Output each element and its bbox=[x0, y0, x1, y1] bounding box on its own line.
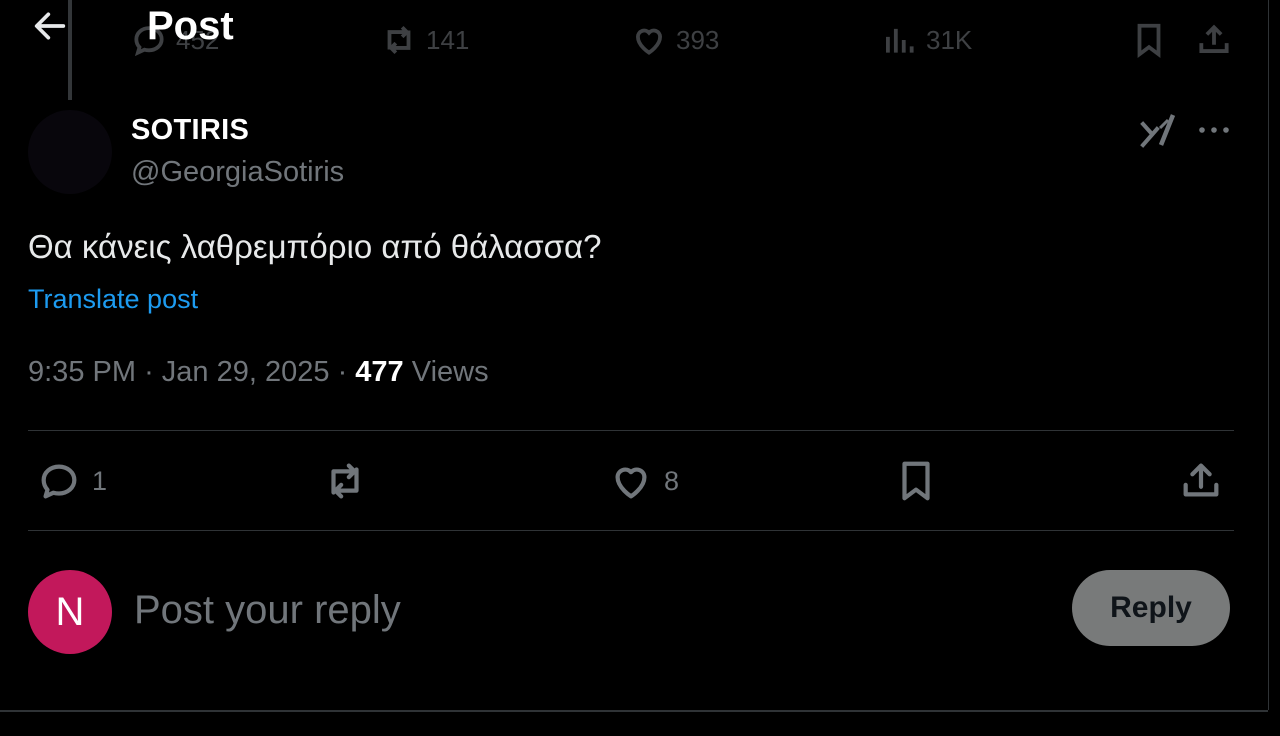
reply-input[interactable] bbox=[134, 580, 1034, 640]
grok-icon[interactable] bbox=[1140, 112, 1176, 148]
heart-icon bbox=[615, 467, 647, 499]
post-text: Θα κάνεις λαθρεμπόριο από θάλασσα? bbox=[28, 228, 602, 265]
parent-repost-stat[interactable]: 141 bbox=[380, 18, 469, 62]
share-icon bbox=[1183, 463, 1219, 497]
parent-share-button[interactable] bbox=[1195, 18, 1233, 62]
column-border bbox=[1268, 0, 1269, 710]
parent-like-stat[interactable]: 393 bbox=[630, 18, 719, 62]
parent-bookmark-button[interactable] bbox=[1130, 18, 1168, 62]
reply-count: 1 bbox=[92, 465, 108, 496]
meta-separator: · bbox=[144, 356, 154, 388]
divider bbox=[28, 530, 1234, 531]
parent-repost-count: 141 bbox=[426, 24, 470, 55]
back-button[interactable] bbox=[30, 6, 70, 46]
reply-button[interactable]: 1 bbox=[36, 456, 107, 506]
author-avatar[interactable] bbox=[28, 110, 112, 194]
share-icon bbox=[1199, 24, 1229, 53]
bookmark-button[interactable] bbox=[893, 456, 939, 506]
author-handle[interactable]: @GeorgiaSotiris bbox=[131, 156, 344, 189]
user-avatar[interactable]: N bbox=[28, 570, 112, 654]
meta-separator: · bbox=[337, 356, 348, 388]
parent-views-stat[interactable]: 31K bbox=[880, 18, 972, 62]
translate-post-link[interactable]: Translate post bbox=[28, 284, 198, 315]
repost-button[interactable] bbox=[322, 456, 368, 506]
post-views-count: 477 bbox=[355, 356, 404, 388]
reply-submit-button[interactable]: Reply bbox=[1072, 570, 1230, 646]
views-chart-icon bbox=[886, 28, 914, 53]
page-title: Post bbox=[147, 4, 234, 48]
parent-like-count: 393 bbox=[676, 24, 720, 55]
post-time[interactable]: 9:35 PM bbox=[28, 356, 136, 388]
divider bbox=[28, 430, 1234, 431]
section-border bbox=[0, 710, 1268, 712]
post-date[interactable]: Jan 29, 2025 bbox=[162, 356, 330, 388]
post-views-label: Views bbox=[411, 356, 489, 388]
like-button[interactable]: 8 bbox=[608, 456, 679, 506]
arrow-left-icon bbox=[34, 12, 66, 40]
reply-icon bbox=[41, 464, 77, 499]
like-count: 8 bbox=[664, 465, 680, 496]
more-options-icon[interactable] bbox=[1196, 118, 1232, 142]
heart-icon bbox=[636, 28, 662, 55]
share-button[interactable] bbox=[1178, 456, 1224, 506]
bookmark-icon bbox=[1137, 23, 1161, 59]
parent-views-count: 31K bbox=[926, 24, 973, 55]
author-display-name[interactable]: SOTIRIS bbox=[131, 114, 249, 147]
post-meta: 9:35 PM · Jan 29, 2025 · 477 Views bbox=[28, 356, 489, 389]
repost-icon bbox=[331, 463, 359, 499]
repost-icon bbox=[387, 25, 411, 55]
bookmark-icon bbox=[902, 461, 930, 501]
